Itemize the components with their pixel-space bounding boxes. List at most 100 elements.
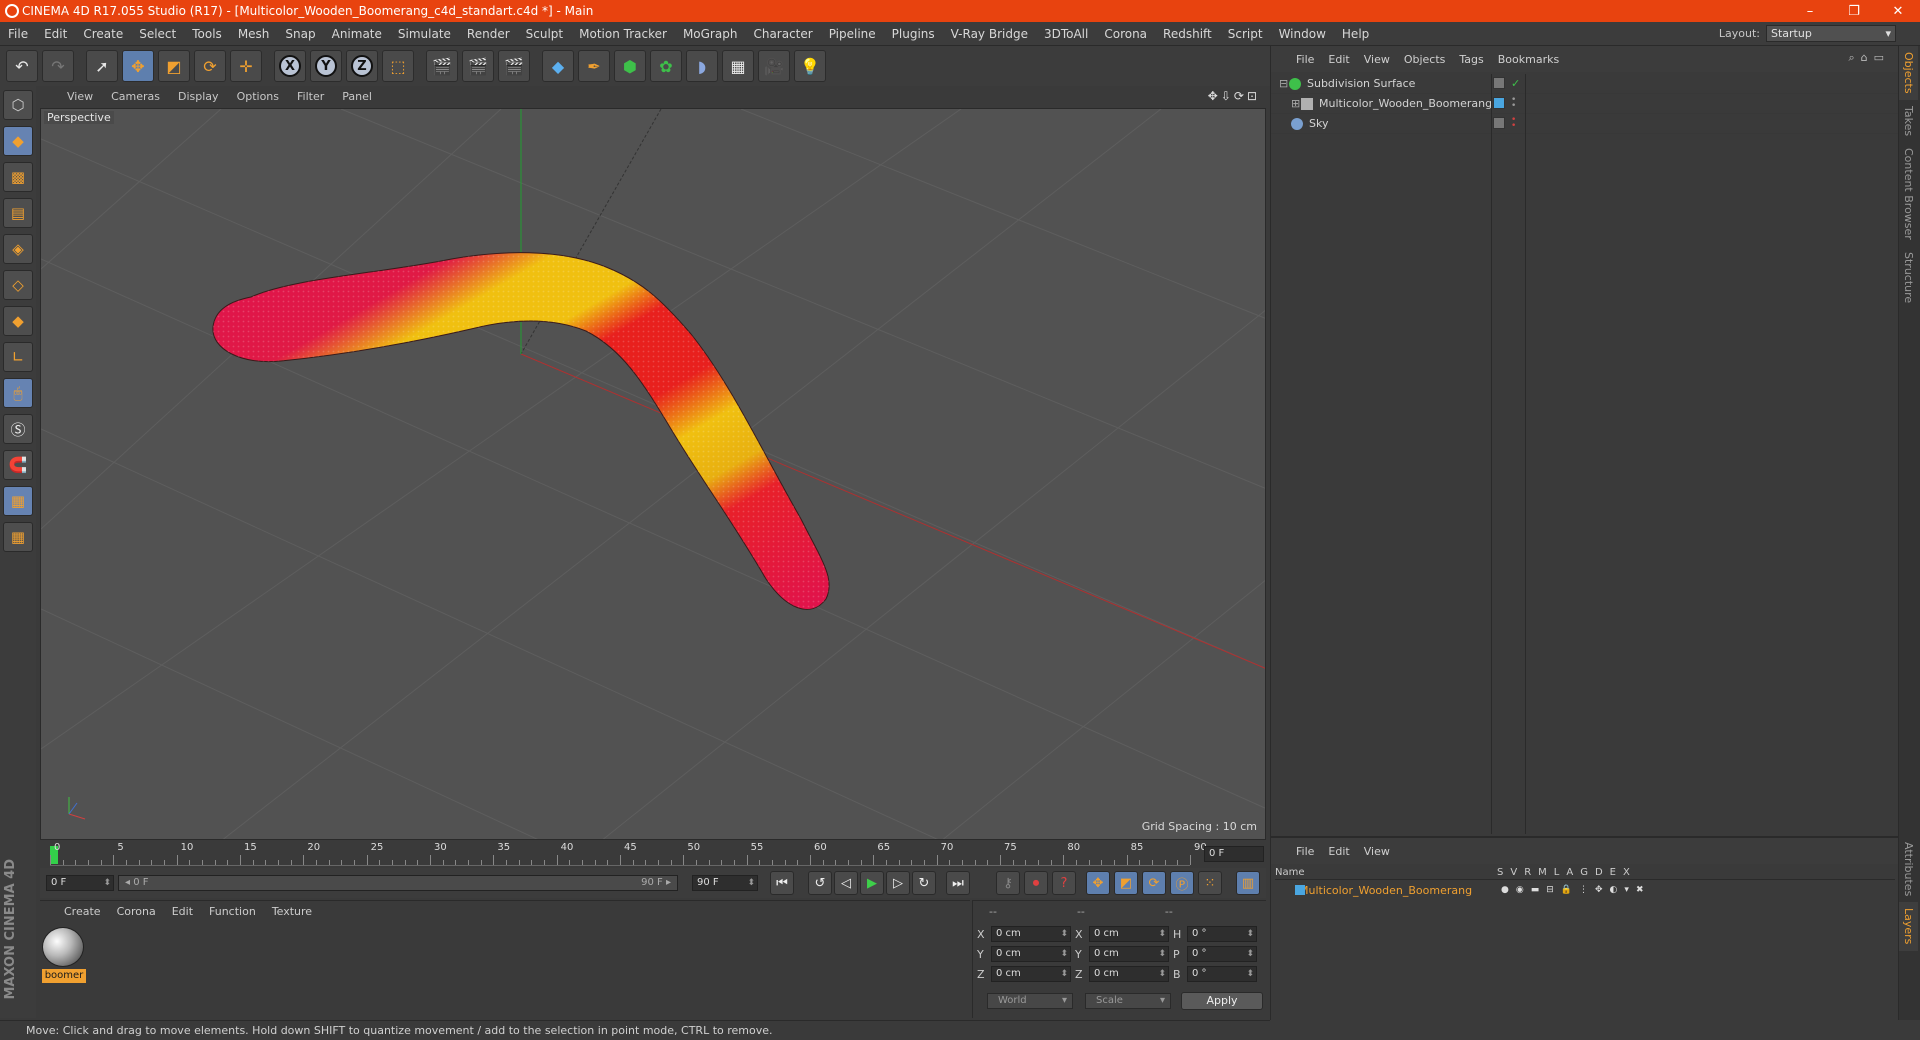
menu-redshift[interactable]: Redshift [1155,27,1220,41]
undo-button[interactable]: ↶ [6,50,38,82]
menu-corona[interactable]: Corona [1096,27,1155,41]
menu-script[interactable]: Script [1220,27,1271,41]
next-frame-button[interactable]: ▷ [886,871,910,895]
objects-menu-tags[interactable]: Tags [1452,53,1490,66]
tab-structure[interactable]: Structure [1899,246,1918,309]
next-key-button[interactable]: ↻ [912,871,936,895]
home-icon[interactable]: ⌂ [1861,51,1874,64]
object-row-boomerang[interactable]: ⊞ Multicolor_Wooden_Boomerang • • [1271,94,1899,114]
lock-icon[interactable]: 🔒 [1561,885,1572,895]
menu-help[interactable]: Help [1334,27,1377,41]
new-window-icon[interactable]: ▭ [1874,51,1890,64]
menu-plugins[interactable]: Plugins [884,27,943,41]
position-x-field[interactable]: 0 cm [991,926,1071,942]
x-axis-button[interactable]: X [274,50,306,82]
material-menu-function[interactable]: Function [201,905,264,918]
menu-animate[interactable]: Animate [324,27,390,41]
floor-button[interactable]: ▦ [722,50,754,82]
scale-tool-button[interactable]: ◩ [158,50,190,82]
workplane-mode-button[interactable]: ▤ [3,198,33,228]
make-editable-button[interactable]: ⬡ [3,90,33,120]
size-z-field[interactable]: 0 cm [1089,966,1169,982]
menu-tools[interactable]: Tools [184,27,230,41]
menu-pipeline[interactable]: Pipeline [821,27,884,41]
planar-workplane-button[interactable]: ▦ [3,522,33,552]
menu-window[interactable]: Window [1271,27,1334,41]
objects-menu-objects[interactable]: Objects [1397,53,1453,66]
layout-dropdown[interactable]: Startup [1766,25,1896,42]
render-picture-viewer-button[interactable]: 🎬 [462,50,494,82]
previous-frame-button[interactable]: ◁ [834,871,858,895]
polygons-mode-button[interactable]: ◆ [3,306,33,336]
perspective-viewport[interactable]: Perspective Grid Spacing : 10 cm [40,108,1266,840]
tweak-mode-button[interactable]: 🖱 [3,378,33,408]
key-pla-button[interactable]: ⁙ [1198,871,1222,895]
tab-layers[interactable]: Layers [1899,902,1918,951]
autokey-button[interactable]: ⏺ [1024,871,1048,895]
timeline-ruler[interactable]: 0 5 10 15 20 25 30 35 40 45 50 55 60 65 70 75 80 85 90 [50,842,1207,866]
column-divider[interactable] [1491,74,1492,834]
menu-3dtoall[interactable]: 3DToAll [1036,27,1096,41]
cloner-button[interactable]: ✿ [650,50,682,82]
texture-mode-button[interactable]: ▩ [3,162,33,192]
timeline[interactable]: 0 5 10 15 20 25 30 35 40 45 50 55 60 65 70 75 80 85 90 0 F [40,840,1266,868]
material-menu-corona[interactable]: Corona [109,905,164,918]
live-selection-button[interactable]: ➚ [86,50,118,82]
collapse-icon[interactable]: ⊟ [1279,77,1289,90]
material-swatch[interactable]: boomer [42,927,86,983]
manager-icon[interactable]: ⊟ [1546,885,1554,895]
menu-sculpt[interactable]: Sculpt [518,27,571,41]
tab-content-browser[interactable]: Content Browser [1899,142,1918,246]
layers-menu-file[interactable]: File [1289,845,1321,858]
minimize-button[interactable]: – [1788,4,1832,19]
move-tool-button[interactable]: ✥ [122,50,154,82]
column-divider[interactable] [1525,74,1526,834]
z-axis-button[interactable]: Z [346,50,378,82]
animation-icon[interactable]: ⋮ [1579,885,1588,895]
points-mode-button[interactable]: ◈ [3,234,33,264]
layers-menu-edit[interactable]: Edit [1321,845,1356,858]
menu-vray-bridge[interactable]: V-Ray Bridge [943,27,1036,41]
objects-menu-edit[interactable]: Edit [1321,53,1356,66]
render-view-button[interactable]: 🎬 [426,50,458,82]
deformer-button[interactable]: ◗ [686,50,718,82]
go-to-end-button[interactable]: ⏭ [946,871,970,895]
visibility-tag-icon[interactable] [1493,77,1505,89]
viewport-nav-icons[interactable]: ✥⇩⟳⊡ [1208,89,1260,103]
light-button[interactable]: 💡 [794,50,826,82]
maximize-button[interactable]: ❐ [1832,4,1876,19]
deformer-icon[interactable]: ◐ [1610,885,1618,895]
spline-pen-button[interactable]: ✒ [578,50,610,82]
rotation-b-field[interactable]: 0 ° [1187,966,1257,982]
rotation-p-field[interactable]: 0 ° [1187,946,1257,962]
expand-icon[interactable]: ⊞ [1291,97,1301,110]
snap-button[interactable]: Ⓢ [3,414,33,444]
go-to-start-button[interactable]: ⏮ [770,871,794,895]
viewport-menu-display[interactable]: Display [169,90,228,103]
layer-row[interactable]: Multicolor_Wooden_Boomerang ● ◉ ▬ ⊟ 🔒 ⋮ … [1275,882,1895,898]
menu-snap[interactable]: Snap [277,27,323,41]
size-mode-dropdown[interactable]: Scale [1085,993,1171,1009]
viewport-menu-cameras[interactable]: Cameras [102,90,169,103]
previous-key-button[interactable]: ↺ [808,871,832,895]
key-scale-button[interactable]: ◩ [1114,871,1138,895]
objects-menu-file[interactable]: File [1289,53,1321,66]
menu-motion-tracker[interactable]: Motion Tracker [571,27,675,41]
object-row-subdivision-surface[interactable]: ⊟ Subdivision Surface ✓ [1271,74,1899,94]
end-frame-field[interactable]: 90 F [692,875,758,891]
edges-mode-button[interactable]: ◇ [3,270,33,300]
menu-simulate[interactable]: Simulate [390,27,459,41]
rotation-h-field[interactable]: 0 ° [1187,926,1257,942]
render-clapper-icon[interactable]: ▬ [1531,885,1540,895]
object-manager-tools[interactable]: ⌕⌂▭ [1848,51,1890,65]
menu-mesh[interactable]: Mesh [230,27,278,41]
current-frame-field[interactable]: 0 F [1204,846,1264,862]
visibility-tag-icon[interactable] [1493,117,1505,129]
play-button[interactable]: ▶ [860,871,884,895]
search-icon[interactable]: ⌕ [1848,51,1860,64]
magnet-button[interactable]: 🧲 [3,450,33,480]
coordinate-system-button[interactable]: ⬚ [382,50,414,82]
layer-color-swatch[interactable] [1295,885,1305,895]
render-settings-button[interactable]: 🎬 [498,50,530,82]
rotate-tool-button[interactable]: ⟳ [194,50,226,82]
